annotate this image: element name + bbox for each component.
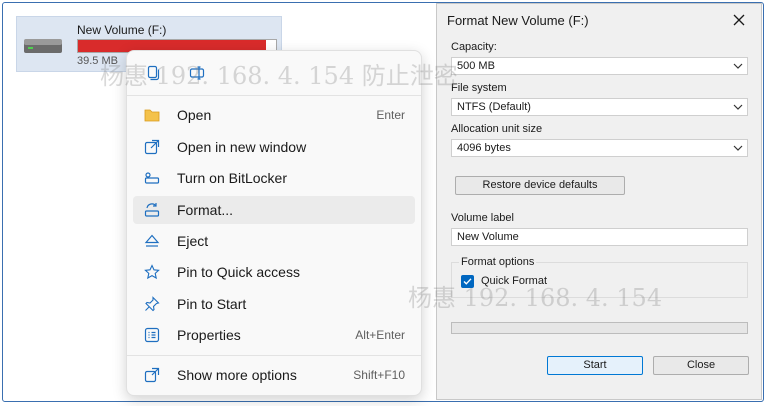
properties-icon [144,327,160,343]
allocation-value: 4096 bytes [457,142,511,154]
format-dialog: Format New Volume (F:) Capacity: 500 MB … [436,3,762,400]
format-options-title: Format options [459,256,537,268]
menu-item-open[interactable]: Open Enter [133,101,415,129]
capacity-select[interactable]: 500 MB [451,57,748,75]
menu-item-shortcut: Alt+Enter [355,328,405,342]
menu-item-label: Pin to Quick access [177,264,300,280]
folder-icon [144,107,160,123]
context-menu: Open Enter Open in new window Turn on Bi… [126,50,422,396]
more-options-icon [144,367,160,383]
chevron-down-icon [733,145,743,151]
menu-item-label: Open [177,107,212,123]
file-system-label: File system [451,82,507,94]
menu-item-pin-quick-access[interactable]: Pin to Quick access [133,258,415,286]
menu-item-label: Open in new window [177,139,307,155]
menu-item-open-new-window[interactable]: Open in new window [133,133,415,161]
start-button[interactable]: Start [547,356,643,375]
dialog-title: Format New Volume (F:) [447,13,589,28]
menu-item-label: Pin to Start [177,296,247,312]
menu-item-label: Turn on BitLocker [177,170,287,186]
open-new-window-icon [144,139,160,155]
allocation-label: Allocation unit size [451,123,543,135]
watermark-text: 杨惠 192. 168. 4. 154 防止泄密 [100,62,458,90]
chevron-down-icon [733,104,743,110]
menu-separator [127,355,421,356]
close-icon [733,14,745,26]
menu-item-eject[interactable]: Eject [133,227,415,255]
volume-label-label: Volume label [451,212,514,224]
menu-item-pin-start[interactable]: Pin to Start [133,290,415,318]
menu-item-label: Eject [177,233,209,249]
capacity-label: Capacity: [451,41,497,53]
menu-item-label: Format... [177,202,234,218]
dialog-close-button[interactable] [727,9,751,31]
menu-item-format[interactable]: Format... [133,196,415,224]
capacity-value: 500 MB [457,60,495,72]
format-progress-bar [451,322,748,334]
volume-label-input[interactable]: New Volume [451,228,748,246]
bitlocker-key-icon [144,170,160,186]
file-system-value: NTFS (Default) [457,101,531,113]
menu-item-shortcut: Enter [376,108,405,122]
menu-separator [127,95,421,96]
watermark-text-lower: 杨惠 192. 168. 4. 154 [408,284,663,312]
file-system-select[interactable]: NTFS (Default) [451,98,748,116]
menu-item-properties[interactable]: Properties Alt+Enter [133,321,415,349]
star-icon [144,264,160,280]
menu-item-label: Properties [177,327,241,343]
eject-icon [144,233,160,249]
allocation-select[interactable]: 4096 bytes [451,139,748,157]
menu-item-shortcut: Shift+F10 [353,368,405,382]
drive-name: New Volume (F:) [77,23,167,37]
pin-icon [144,296,160,312]
restore-defaults-button[interactable]: Restore device defaults [455,176,625,195]
menu-item-bitlocker[interactable]: Turn on BitLocker [133,164,415,192]
format-drive-icon [144,202,160,218]
chevron-down-icon [733,63,743,69]
hard-drive-icon [24,39,62,53]
menu-item-show-more-options[interactable]: Show more options Shift+F10 [133,361,415,389]
menu-item-label: Show more options [177,367,297,383]
close-button[interactable]: Close [653,356,749,375]
